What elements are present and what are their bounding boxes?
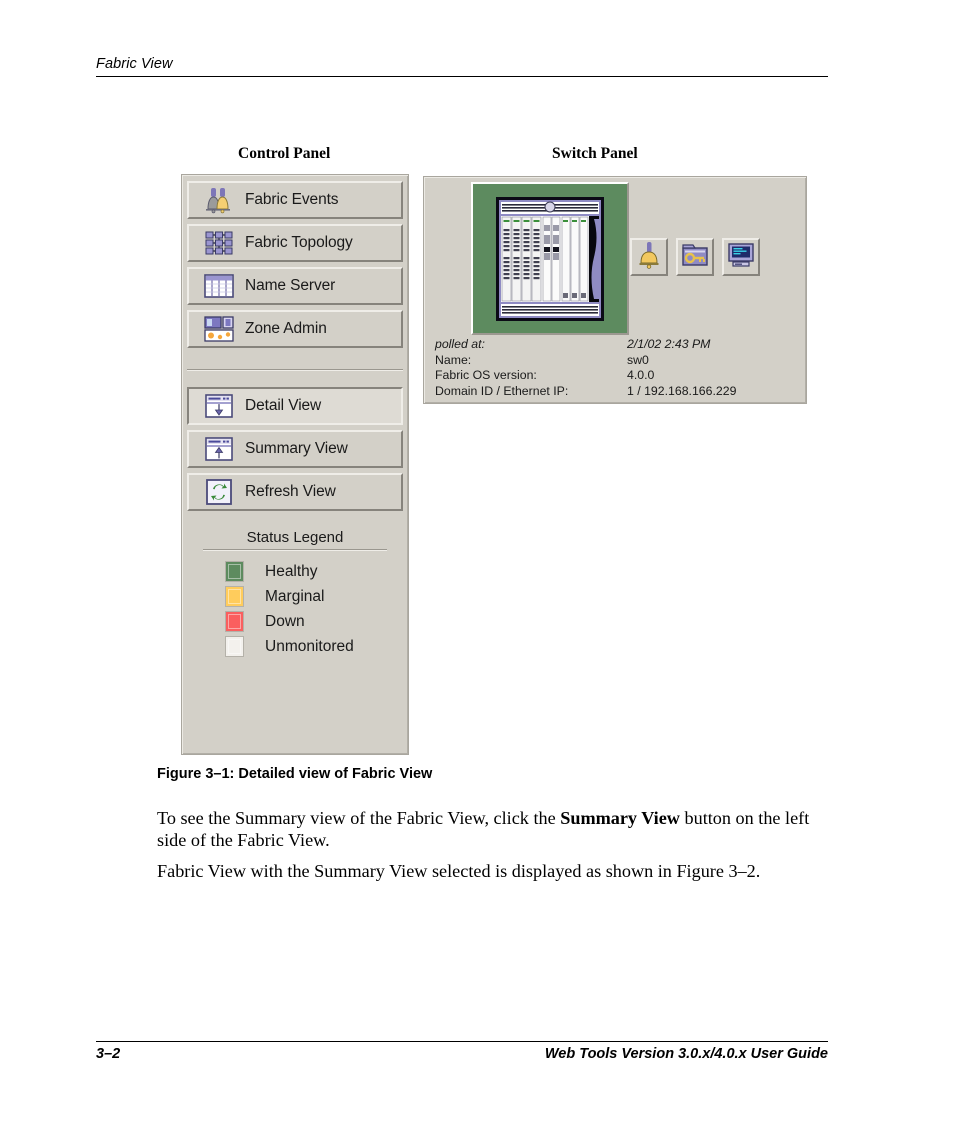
summary-view-button[interactable]: Summary View: [187, 430, 403, 468]
switch-thumbnail[interactable]: [471, 182, 629, 335]
button-label: Fabric Events: [245, 191, 339, 208]
button-label: Fabric Topology: [245, 234, 353, 251]
switch-panel-title: Switch Panel: [552, 145, 638, 162]
info-key: polled at:: [435, 337, 485, 351]
info-value: 4.0.0: [627, 368, 655, 382]
legend-swatch-marginal: [225, 586, 244, 607]
body-paragraph-1: To see the Summary view of the Fabric Vi…: [157, 808, 827, 851]
telnet-monitor-button[interactable]: [722, 238, 760, 276]
legend-item-unmonitored: Unmonitored: [191, 634, 399, 659]
page-header: Fabric View: [96, 56, 828, 77]
info-row-fabric-os-version: Fabric OS version: 4.0.0: [435, 368, 795, 384]
legend-item-healthy: Healthy: [191, 559, 399, 584]
control-panel: Fabric Events Fabric Topology Name Serve…: [181, 174, 409, 755]
info-value: 2/1/02 2:43 PM: [627, 337, 711, 351]
refresh-view-button[interactable]: Refresh View: [187, 473, 403, 511]
info-row-polled-at: polled at: 2/1/02 2:43 PM: [435, 337, 795, 353]
switch-events-bell-icon: [636, 241, 662, 274]
control-panel-title: Control Panel: [238, 145, 331, 162]
button-label: Refresh View: [245, 483, 336, 500]
running-head-title: Fabric View: [96, 56, 173, 72]
name-server-button[interactable]: Name Server: [187, 267, 403, 305]
figure-caption: Figure 3–1: Detailed view of Fabric View: [157, 766, 433, 782]
switch-panel: polled at: 2/1/02 2:43 PM Name: sw0 Fabr…: [423, 176, 807, 404]
refresh-arrows-icon: [199, 478, 239, 506]
fabric-topology-button[interactable]: Fabric Topology: [187, 224, 403, 262]
window-up-arrow-icon: [199, 435, 239, 463]
info-key: Name:: [435, 352, 472, 367]
fabric-events-button[interactable]: Fabric Events: [187, 181, 403, 219]
legend-label: Unmonitored: [265, 637, 354, 655]
switch-events-button[interactable]: [630, 238, 668, 276]
info-value: 1 / 192.168.166.229: [627, 383, 737, 398]
legend-item-down: Down: [191, 609, 399, 634]
node-grid-icon: [199, 229, 239, 257]
legend-swatch-unmonitored: [225, 636, 244, 657]
switch-info-table: polled at: 2/1/02 2:43 PM Name: sw0 Fabr…: [435, 337, 795, 399]
two-bells-icon: [199, 186, 239, 214]
window-down-arrow-icon: [199, 392, 239, 420]
telnet-monitor-icon: [727, 242, 755, 273]
button-label: Detail View: [245, 397, 322, 414]
button-label: Name Server: [245, 277, 336, 294]
legend-item-marginal: Marginal: [191, 584, 399, 609]
legend-label: Down: [265, 612, 305, 630]
header-rule: [96, 76, 828, 77]
zone-panels-icon: [199, 315, 239, 343]
button-label: Zone Admin: [245, 320, 327, 337]
switch-icon-row: [630, 238, 760, 276]
status-legend-rule: [203, 549, 387, 551]
guide-title: Web Tools Version 3.0.x/4.0.x User Guide: [544, 1046, 828, 1062]
switch-admin-button[interactable]: [676, 238, 714, 276]
status-legend-title: Status Legend: [246, 529, 344, 546]
status-legend: Status Legend Healthy Marginal Down Unmo…: [187, 529, 403, 659]
table-grid-icon: [199, 272, 239, 300]
body-paragraph-2: Fabric View with the Summary View select…: [157, 861, 761, 881]
legend-swatch-healthy: [225, 561, 244, 582]
info-key: Fabric OS version:: [435, 368, 537, 382]
legend-label: Marginal: [265, 587, 325, 605]
legend-label: Healthy: [265, 562, 318, 580]
para1-bold-term: Summary View: [560, 808, 680, 828]
info-value: sw0: [627, 352, 649, 367]
chassis-switch-image: [496, 196, 604, 321]
page-footer: 3–2 Web Tools Version 3.0.x/4.0.x User G…: [96, 1041, 828, 1062]
button-label: Summary View: [245, 440, 348, 457]
para1-text-before: To see the Summary view of the Fabric Vi…: [157, 808, 561, 828]
zone-admin-button[interactable]: Zone Admin: [187, 310, 403, 348]
info-row-name: Name: sw0: [435, 353, 795, 369]
button-group-separator: [187, 353, 403, 387]
legend-swatch-down: [225, 611, 244, 632]
detail-view-button[interactable]: Detail View: [187, 387, 403, 425]
admin-key-folder-icon: [681, 242, 709, 273]
page-number: 3–2: [96, 1046, 121, 1062]
info-row-domain-id-ethernet-ip: Domain ID / Ethernet IP: 1 / 192.168.166…: [435, 384, 795, 400]
info-key: Domain ID / Ethernet IP:: [435, 383, 569, 398]
